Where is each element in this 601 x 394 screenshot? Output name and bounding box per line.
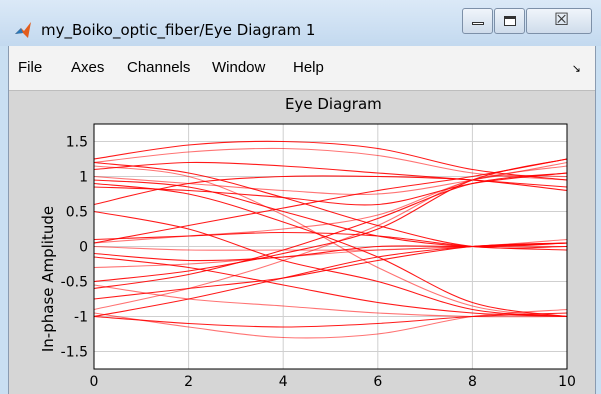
window-title: my_Boiko_optic_fiber/Eye Diagram 1: [41, 21, 316, 39]
x-tick-label: 4: [279, 374, 288, 390]
y-tick-label: 1: [79, 170, 88, 186]
window: my_Boiko_optic_fiber/Eye Diagram 1 ☒ Fil…: [0, 0, 601, 394]
y-tick-label: -1.5: [61, 345, 88, 361]
eye-diagram-plot[interactable]: 0 2 4 6 8 10 1.5 1 0.5 0 -0.5 -1 -1.5: [9, 46, 595, 394]
matlab-logo-icon: [15, 22, 31, 38]
close-button[interactable]: ☒: [526, 8, 592, 34]
x-tick-label: 10: [558, 374, 576, 390]
y-tick-label: 1.5: [66, 135, 88, 151]
y-tick-label: 0.5: [66, 205, 88, 221]
x-tick-label: 8: [468, 374, 477, 390]
minimize-icon: [472, 22, 484, 25]
minimize-button[interactable]: [462, 8, 493, 34]
y-tick-label: 0: [79, 240, 88, 256]
x-tick-label: 2: [184, 374, 193, 390]
maximize-icon: [504, 16, 516, 26]
x-tick-label: 6: [373, 374, 382, 390]
x-tick-label: 0: [90, 374, 99, 390]
maximize-button[interactable]: [494, 8, 525, 34]
close-icon: ☒: [554, 10, 570, 30]
figure-frame: File Axes Channels Window Help ↘ Eye Dia…: [8, 46, 596, 394]
y-tick-label: -1: [74, 310, 88, 326]
title-bar[interactable]: my_Boiko_optic_fiber/Eye Diagram 1 ☒: [0, 0, 601, 46]
y-tick-label: -0.5: [61, 275, 88, 291]
